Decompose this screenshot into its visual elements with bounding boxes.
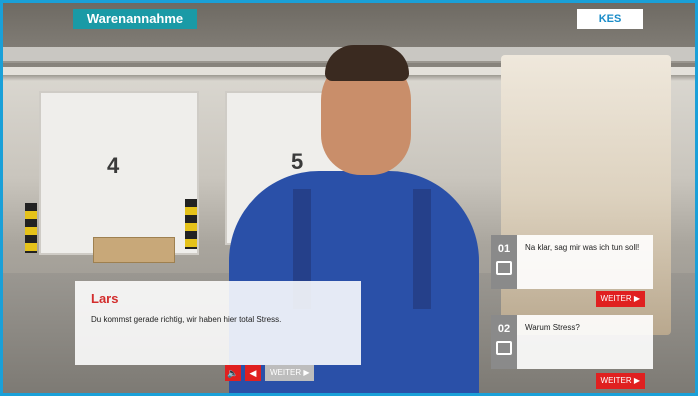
weiter-button[interactable]: WEITER ▶ — [595, 291, 645, 307]
dialogue-box: Lars Du kommst gerade richtig, wir haben… — [75, 281, 361, 365]
kes-logo: KES — [577, 9, 643, 29]
speech-bubble-icon — [496, 341, 512, 355]
bollard — [185, 199, 197, 249]
speech-bubble-icon — [496, 261, 512, 275]
door-number: 5 — [291, 149, 304, 174]
door-number: 4 — [107, 153, 120, 178]
speaker-name: Lars — [91, 291, 119, 306]
scene: 4 5 Warenannahme KES Lars Du kommst gera… — [0, 0, 698, 396]
weiter-button[interactable]: WEITER ▶ — [265, 365, 315, 381]
answer-option[interactable]: 02 Warum Stress? WEITER ▶ — [491, 315, 653, 389]
page-title: Warenannahme — [73, 9, 197, 29]
back-arrow-icon[interactable]: ◀ — [245, 365, 261, 381]
pallet — [93, 237, 175, 263]
person-hair — [325, 45, 409, 81]
option-number: 02 — [497, 323, 511, 335]
option-text: Na klar, sag mir was ich tun soll! — [525, 243, 640, 252]
dialogue-controls: 🔈 ◀ WEITER ▶ — [225, 365, 315, 381]
speaker-icon[interactable]: 🔈 — [225, 365, 241, 381]
bollard — [25, 203, 37, 253]
option-text: Warum Stress? — [525, 323, 580, 332]
overall-strap — [413, 189, 431, 309]
option-number-tab: 02 — [491, 315, 517, 369]
box-stack — [501, 55, 671, 335]
answer-option[interactable]: 01 Na klar, sag mir was ich tun soll! WE… — [491, 235, 653, 307]
option-number-tab: 01 — [491, 235, 517, 289]
dialogue-text: Du kommst gerade richtig, wir haben hier… — [91, 315, 282, 324]
loading-door: 4 — [39, 91, 199, 255]
weiter-button[interactable]: WEITER ▶ — [595, 373, 645, 389]
option-number: 01 — [497, 243, 511, 255]
